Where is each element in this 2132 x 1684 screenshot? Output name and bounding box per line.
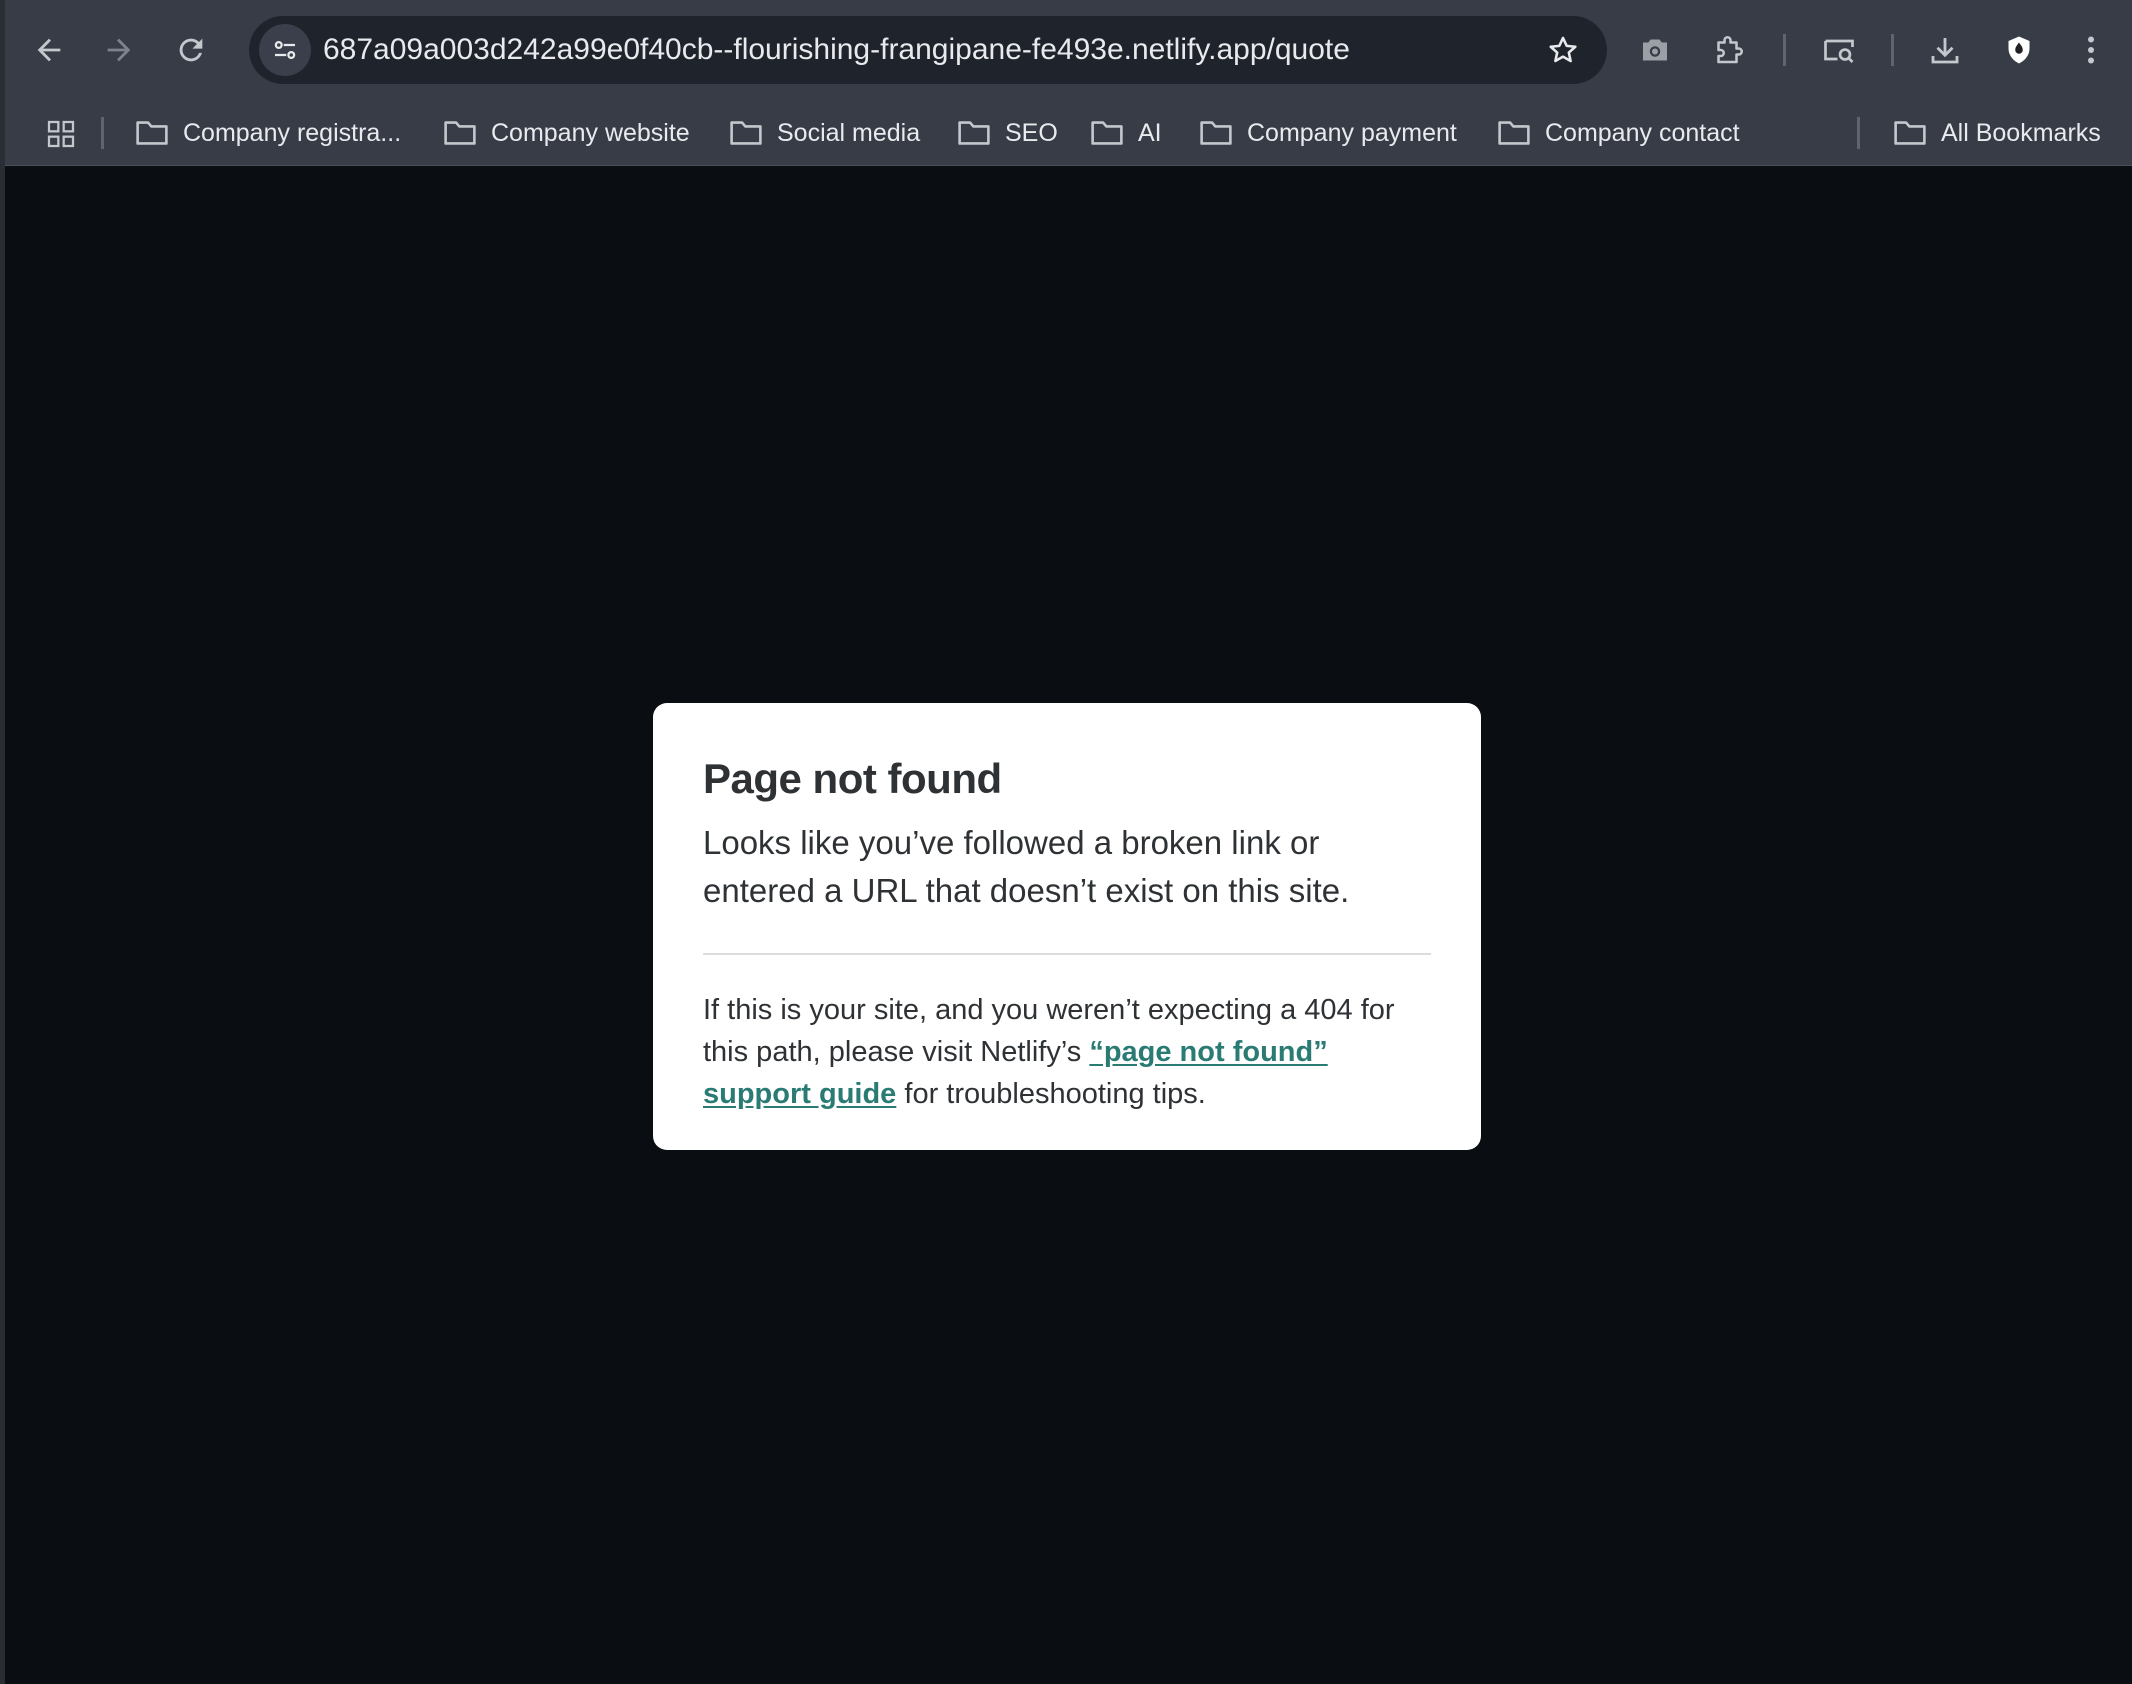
bookmarks-bar: Company registra... Company website Soci… xyxy=(5,100,2132,166)
divider xyxy=(703,953,1431,955)
toolbar-separator xyxy=(1891,34,1894,66)
forward-button[interactable] xyxy=(91,22,147,78)
bookmark-label: Company registra... xyxy=(183,118,402,147)
bookmark-folder-company-payment[interactable]: Company payment xyxy=(1199,100,1457,166)
bookmark-folder-ai[interactable]: AI xyxy=(1090,100,1162,166)
bookmarks-separator xyxy=(1857,117,1860,149)
extension-icon xyxy=(1717,36,1743,64)
bookmark-label: SEO xyxy=(1005,118,1058,147)
bookmark-folder-company-contact[interactable]: Company contact xyxy=(1497,100,1740,166)
url-text[interactable]: 687a09a003d242a99e0f40cb--flourishing-fr… xyxy=(323,16,1350,84)
folder-icon xyxy=(1200,121,1232,145)
folder-icon xyxy=(1091,121,1123,145)
folder-icon xyxy=(136,121,168,145)
browser-window: 687a09a003d242a99e0f40cb--flourishing-fr… xyxy=(0,0,2132,1684)
folder-icon xyxy=(1894,121,1926,145)
camera-icon xyxy=(1643,39,1667,61)
all-bookmarks-button[interactable]: All Bookmarks xyxy=(1893,100,2101,166)
error-description: Looks like you’ve followed a broken link… xyxy=(703,824,1350,909)
bookmark-folder-seo[interactable]: SEO xyxy=(957,100,1058,166)
folder-icon xyxy=(444,121,476,145)
screenshot-button[interactable] xyxy=(1629,24,1681,76)
all-bookmarks-label: All Bookmarks xyxy=(1941,118,2101,147)
more-vert-icon xyxy=(2088,36,2094,64)
bookmark-folder-company-website[interactable]: Company website xyxy=(443,100,690,166)
bookmark-folder-social-media[interactable]: Social media xyxy=(729,100,920,166)
help-text-after: for troubleshooting tips. xyxy=(896,1078,1206,1110)
reload-icon xyxy=(179,38,203,62)
folder-icon xyxy=(1498,121,1530,145)
shield-extension-button[interactable] xyxy=(1993,24,2045,76)
apps-button[interactable] xyxy=(41,114,81,154)
help-text: If this is your site, and you weren’t ex… xyxy=(703,989,1433,1115)
browser-toolbar: 687a09a003d242a99e0f40cb--flourishing-fr… xyxy=(5,0,2132,100)
media-router-icon xyxy=(1824,39,1854,63)
folder-icon xyxy=(958,121,990,145)
apps-grid-icon xyxy=(47,120,75,148)
site-info-button[interactable] xyxy=(259,24,311,76)
star-icon xyxy=(1549,36,1577,63)
bookmark-label: Company contact xyxy=(1545,118,1740,147)
shield-icon xyxy=(2008,36,2030,64)
bookmark-label: Company payment xyxy=(1247,118,1457,147)
bookmark-label: Company website xyxy=(491,118,690,147)
bookmark-label: AI xyxy=(1138,118,1162,147)
page-title: Page not found xyxy=(703,755,1002,802)
toolbar-separator xyxy=(1783,34,1786,66)
bookmark-star-button[interactable] xyxy=(1543,30,1583,70)
back-button[interactable] xyxy=(21,22,77,78)
bookmark-label: Social media xyxy=(777,118,921,147)
reload-button[interactable] xyxy=(163,22,219,78)
folder-icon xyxy=(730,121,762,145)
address-bar[interactable]: 687a09a003d242a99e0f40cb--flourishing-fr… xyxy=(249,16,1607,84)
bookmarks-separator xyxy=(101,117,104,149)
bookmark-folder-company-registration[interactable]: Company registra... xyxy=(135,100,401,166)
back-arrow-icon xyxy=(37,38,61,62)
browser-menu-button[interactable] xyxy=(2065,24,2117,76)
not-found-card: Page not found Looks like you’ve followe… xyxy=(653,703,1481,1150)
forward-arrow-icon xyxy=(107,38,131,62)
cast-search-button[interactable] xyxy=(1813,24,1865,76)
extensions-button[interactable] xyxy=(1703,24,1755,76)
page-viewport: Page not found Looks like you’ve followe… xyxy=(5,166,2132,1684)
downloads-button[interactable] xyxy=(1919,24,1971,76)
site-info-icon xyxy=(274,40,296,59)
download-icon xyxy=(1931,38,1959,64)
